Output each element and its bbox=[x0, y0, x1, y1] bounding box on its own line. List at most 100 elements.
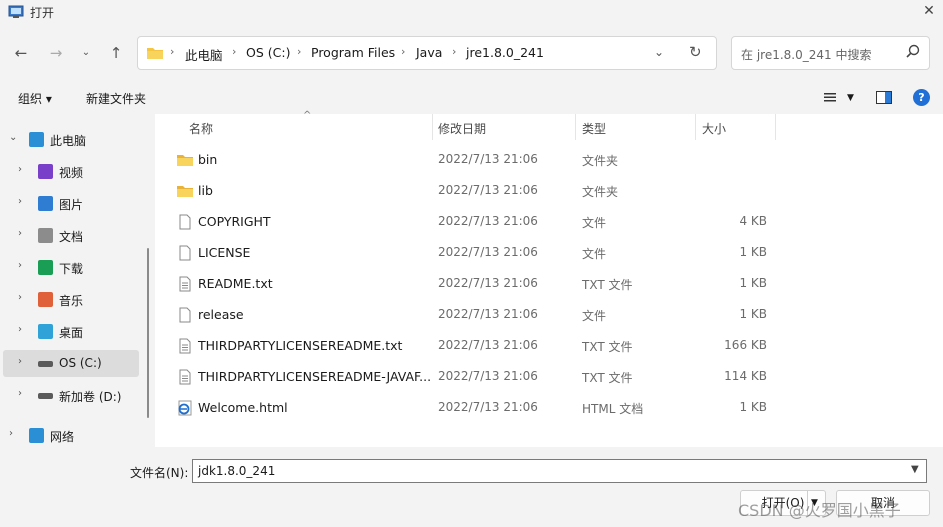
column-header-name[interactable]: 名称 bbox=[189, 120, 213, 137]
sidebar-item[interactable]: › 下载 bbox=[0, 254, 140, 281]
file-row[interactable]: bin 2022/7/13 21:06 文件夹 bbox=[155, 144, 943, 175]
network-icon bbox=[29, 428, 44, 443]
app-icon bbox=[8, 5, 24, 18]
sidebar-item[interactable]: › 新加卷 (D:) bbox=[0, 382, 140, 409]
sidebar-item[interactable]: › 图片 bbox=[0, 190, 140, 217]
file-icon bbox=[179, 214, 191, 230]
column-divider[interactable] bbox=[432, 114, 433, 140]
chevron-right-icon[interactable]: › bbox=[18, 324, 22, 335]
organize-button[interactable]: 组织 ▾ bbox=[18, 90, 52, 107]
file-date: 2022/7/13 21:06 bbox=[438, 400, 538, 414]
recent-locations-chevron-icon[interactable]: ⌄ bbox=[74, 42, 98, 64]
folder-icon bbox=[147, 48, 163, 59]
sort-ascending-icon: ^ bbox=[303, 110, 312, 121]
nav-pane-scrollbar[interactable] bbox=[147, 248, 149, 418]
refresh-icon[interactable]: ↻ bbox=[689, 43, 702, 61]
chevron-right-icon[interactable]: › bbox=[18, 228, 22, 239]
file-row[interactable]: LICENSE 2022/7/13 21:06 文件 1 KB bbox=[155, 237, 943, 268]
breadcrumb-os-c[interactable]: OS (C:) bbox=[246, 45, 290, 60]
file-row[interactable]: release 2022/7/13 21:06 文件 1 KB bbox=[155, 299, 943, 330]
chevron-down-icon[interactable]: ⌄ bbox=[9, 132, 17, 143]
sidebar-item[interactable]: › 网络 bbox=[0, 422, 140, 449]
file-size: 1 KB bbox=[739, 400, 767, 414]
chevron-right-icon[interactable]: › bbox=[18, 196, 22, 207]
chevron-right-icon[interactable]: › bbox=[18, 388, 22, 399]
file-type: TXT 文件 bbox=[582, 340, 633, 354]
sidebar-item[interactable]: › 音乐 bbox=[0, 286, 140, 313]
column-divider[interactable] bbox=[695, 114, 696, 140]
chevron-right-icon[interactable]: › bbox=[18, 164, 22, 175]
file-name: THIRDPARTYLICENSEREADME-JAVAF... bbox=[198, 369, 432, 384]
navigation-pane: ⌄ 此电脑 › 视频 › 图片 › 文档 › 下载 › 音乐 › 桌面 › OS (C:) › 新加卷 (D:) ›… bbox=[0, 114, 155, 447]
file-row[interactable]: COPYRIGHT 2022/7/13 21:06 文件 4 KB bbox=[155, 206, 943, 237]
file-size: 4 KB bbox=[739, 214, 767, 228]
file-type: 文件 bbox=[582, 309, 607, 323]
chevron-right-icon[interactable]: › bbox=[18, 356, 22, 367]
up-button[interactable]: ↑ bbox=[104, 42, 128, 64]
file-type: HTML 文档 bbox=[582, 402, 644, 416]
column-header-type[interactable]: 类型 bbox=[582, 120, 606, 137]
column-divider[interactable] bbox=[775, 114, 776, 140]
breadcrumb-jre[interactable]: jre1.8.0_241 bbox=[466, 45, 544, 60]
column-header-date[interactable]: 修改日期 bbox=[438, 120, 486, 137]
column-header-row: 名称 ^ 修改日期 类型 大小 bbox=[155, 110, 943, 140]
music-icon bbox=[38, 292, 53, 307]
help-icon[interactable]: ? bbox=[913, 89, 930, 106]
file-row[interactable]: lib 2022/7/13 21:06 文件夹 bbox=[155, 175, 943, 206]
file-icon bbox=[179, 307, 191, 323]
sidebar-item[interactable]: › 文档 bbox=[0, 222, 140, 249]
file-size: 1 KB bbox=[739, 307, 767, 321]
filename-input[interactable]: jdk1.8.0_241 ▼ bbox=[192, 459, 927, 483]
chevron-right-icon[interactable]: › bbox=[9, 428, 13, 439]
sidebar-item[interactable]: › OS (C:) bbox=[3, 350, 139, 377]
text-file-icon bbox=[179, 338, 191, 354]
sidebar-item[interactable]: ⌄ 此电脑 bbox=[0, 126, 140, 153]
search-box[interactable]: 在 jre1.8.0_241 中搜索 bbox=[731, 36, 930, 70]
address-bar[interactable]: › 此电脑 › OS (C:) › Program Files › Java ›… bbox=[137, 36, 717, 70]
file-date: 2022/7/13 21:06 bbox=[438, 214, 538, 228]
close-icon[interactable]: ✕ bbox=[918, 1, 940, 21]
text-file-icon bbox=[179, 276, 191, 292]
sidebar-item[interactable]: › 视频 bbox=[0, 158, 140, 185]
sidebar-item-label: 视频 bbox=[59, 166, 84, 180]
chevron-down-icon[interactable]: ⌄ bbox=[654, 45, 664, 59]
preview-pane-icon[interactable] bbox=[876, 91, 892, 104]
view-options-chevron-icon[interactable]: ▼ bbox=[847, 93, 854, 103]
breadcrumb-program-files[interactable]: Program Files bbox=[311, 45, 395, 60]
sidebar-item[interactable]: › 桌面 bbox=[0, 318, 140, 345]
breadcrumb-java[interactable]: Java bbox=[416, 45, 442, 60]
chevron-down-icon[interactable]: ▼ bbox=[911, 464, 919, 475]
search-icon[interactable] bbox=[906, 44, 920, 58]
sidebar-item-label: OS (C:) bbox=[59, 356, 102, 370]
computer-icon bbox=[29, 132, 44, 147]
sidebar-item-label: 此电脑 bbox=[50, 134, 87, 148]
file-size: 166 KB bbox=[724, 338, 767, 352]
breadcrumb-this-pc[interactable]: 此电脑 bbox=[185, 45, 223, 64]
file-type: 文件 bbox=[582, 247, 607, 261]
file-type: 文件 bbox=[582, 216, 607, 230]
sidebar-item-label: 桌面 bbox=[59, 326, 84, 340]
file-type: TXT 文件 bbox=[582, 278, 633, 292]
file-row[interactable]: README.txt 2022/7/13 21:06 TXT 文件 1 KB bbox=[155, 268, 943, 299]
sidebar-item-label: 下载 bbox=[59, 262, 84, 276]
file-row[interactable]: THIRDPARTYLICENSEREADME.txt 2022/7/13 21:… bbox=[155, 330, 943, 361]
file-name: release bbox=[198, 307, 244, 322]
sidebar-item-label: 网络 bbox=[50, 430, 75, 444]
search-placeholder: 在 jre1.8.0_241 中搜索 bbox=[741, 48, 872, 62]
view-list-icon[interactable] bbox=[823, 91, 837, 105]
chevron-right-icon[interactable]: › bbox=[18, 292, 22, 303]
file-row[interactable]: THIRDPARTYLICENSEREADME-JAVAF... 2022/7/1… bbox=[155, 361, 943, 392]
new-folder-button[interactable]: 新建文件夹 bbox=[86, 90, 146, 107]
documents-icon bbox=[38, 228, 53, 243]
file-size: 114 KB bbox=[724, 369, 767, 383]
column-header-size[interactable]: 大小 bbox=[702, 120, 726, 137]
forward-button[interactable]: → bbox=[44, 42, 68, 64]
chevron-right-icon[interactable]: › bbox=[18, 260, 22, 271]
pictures-icon bbox=[38, 196, 53, 211]
file-row[interactable]: Welcome.html 2022/7/13 21:06 HTML 文档 1 KB bbox=[155, 392, 943, 423]
file-date: 2022/7/13 21:06 bbox=[438, 276, 538, 290]
back-button[interactable]: ← bbox=[9, 42, 33, 64]
column-divider[interactable] bbox=[575, 114, 576, 140]
breadcrumb-separator-icon: › bbox=[452, 45, 457, 58]
sidebar-item-label: 图片 bbox=[59, 198, 84, 212]
